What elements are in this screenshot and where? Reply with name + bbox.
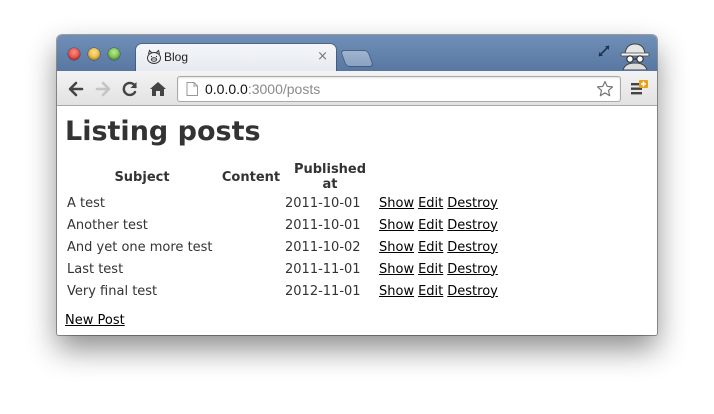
published-cell: 2011-10-01 (285, 195, 361, 211)
published-cell: 2011-10-02 (285, 239, 361, 255)
zoom-window-button[interactable] (108, 48, 120, 60)
column-header-actions (377, 162, 504, 192)
home-icon[interactable] (148, 79, 168, 99)
actions-cell: Show Edit Destroy (377, 280, 504, 302)
tab-title: Blog (164, 50, 189, 64)
column-header-content: Content (221, 169, 281, 185)
forward-arrow-icon[interactable] (93, 79, 113, 99)
close-window-button[interactable] (68, 48, 80, 60)
content-cell (219, 214, 283, 236)
new-tab-button[interactable] (341, 51, 373, 66)
pig-face-icon (147, 49, 161, 64)
table-header-row: Subject Content Published at (65, 162, 504, 192)
fullscreen-icon[interactable] (596, 43, 612, 59)
content-cell (219, 258, 283, 280)
subject-cell: Another test (67, 217, 148, 233)
table-row: Another test 2011-10-01 Show Edit Destroy (65, 214, 504, 236)
address-bar[interactable]: 0.0.0.0:3000/posts (177, 76, 621, 102)
content-cell (219, 192, 283, 214)
destroy-link[interactable]: Destroy (447, 262, 498, 277)
reload-icon[interactable] (120, 79, 140, 99)
subject-cell: Very final test (67, 283, 158, 299)
destroy-link[interactable]: Destroy (447, 218, 498, 233)
destroy-link[interactable]: Destroy (447, 196, 498, 211)
show-link[interactable]: Show (379, 218, 414, 233)
minimize-window-button[interactable] (88, 48, 100, 60)
table-row: A test 2011-10-01 Show Edit Destroy (65, 192, 504, 214)
show-link[interactable]: Show (379, 284, 414, 299)
star-icon[interactable] (596, 80, 614, 98)
edit-link[interactable]: Edit (418, 240, 443, 255)
column-header-subject: Subject (114, 169, 170, 185)
title-bar: Blog × (57, 35, 657, 71)
browser-toolbar: 0.0.0.0:3000/posts (57, 71, 657, 106)
show-link[interactable]: Show (379, 262, 414, 277)
edit-link[interactable]: Edit (418, 196, 443, 211)
actions-cell: Show Edit Destroy (377, 214, 504, 236)
edit-link[interactable]: Edit (418, 218, 443, 233)
url-text: 0.0.0.0:3000/posts (205, 81, 320, 97)
posts-table: Subject Content Published at A test 2011… (65, 162, 504, 302)
show-link[interactable]: Show (379, 196, 414, 211)
published-cell: 2011-11-01 (285, 261, 361, 277)
table-row: And yet one more test 2011-10-02 Show Edi… (65, 236, 504, 258)
tab-blog[interactable]: Blog × (136, 44, 336, 71)
published-cell: 2012-11-01 (285, 283, 361, 299)
url-host: 0.0.0.0 (205, 81, 248, 97)
edit-link[interactable]: Edit (418, 284, 443, 299)
content-cell (219, 236, 283, 258)
destroy-link[interactable]: Destroy (447, 240, 498, 255)
column-header-published: Published at (293, 162, 367, 192)
actions-cell: Show Edit Destroy (377, 236, 504, 258)
content-cell (219, 280, 283, 302)
table-row: Very final test 2012-11-01 Show Edit Destr… (65, 280, 504, 302)
table-row: Last test 2011-11-01 Show Edit Destroy (65, 258, 504, 280)
page-title: Listing posts (65, 116, 261, 147)
tab-close-icon[interactable]: × (317, 49, 328, 64)
page-content: Listing posts Subject Content Published … (57, 106, 657, 335)
page-icon (186, 82, 198, 96)
actions-cell: Show Edit Destroy (377, 192, 504, 214)
back-arrow-icon[interactable] (66, 79, 86, 99)
published-cell: 2011-10-01 (285, 217, 361, 233)
subject-cell: A test (67, 195, 105, 211)
subject-cell: And yet one more test (67, 239, 213, 255)
subject-cell: Last test (67, 261, 124, 277)
show-link[interactable]: Show (379, 240, 414, 255)
incognito-icon (620, 43, 650, 70)
new-post-link[interactable]: New Post (65, 313, 125, 328)
wrench-menu-icon[interactable] (630, 80, 648, 97)
edit-link[interactable]: Edit (418, 262, 443, 277)
actions-cell: Show Edit Destroy (377, 258, 504, 280)
browser-window: Blog × 0.0.0.0:3000/posts Listing posts … (57, 35, 657, 335)
destroy-link[interactable]: Destroy (447, 284, 498, 299)
url-path: :3000/posts (247, 81, 321, 97)
